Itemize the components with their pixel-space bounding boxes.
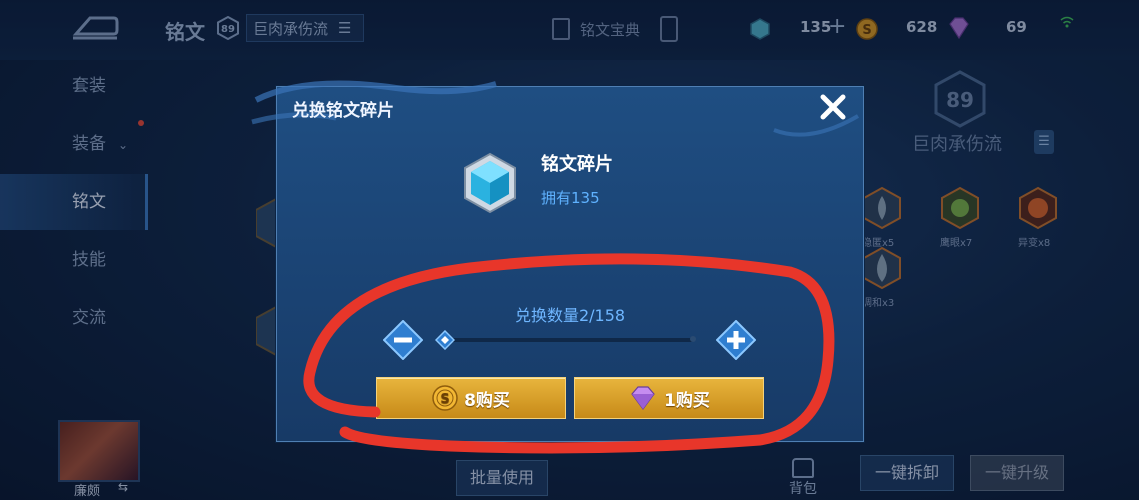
svg-text:S: S <box>440 392 449 407</box>
buy-with-gold-label: 8购买 <box>464 390 510 411</box>
buy-with-gem-label: 1购买 <box>664 390 710 411</box>
quantity-label: 兑换数量2/158 <box>514 306 626 325</box>
close-icon[interactable] <box>818 92 848 122</box>
gold-coin-icon: S <box>432 385 458 411</box>
buy-with-gem-button[interactable]: 1购买 <box>574 377 764 419</box>
buy-with-gold-button[interactable]: S 8购买 <box>376 377 566 419</box>
item-owned-count: 拥有135 <box>541 189 600 207</box>
dialog-title: 兑换铭文碎片 <box>292 101 394 121</box>
gem-icon <box>631 386 655 411</box>
quantity-slider-track[interactable] <box>446 338 694 342</box>
rune-fragment-icon <box>464 152 516 214</box>
increase-button[interactable] <box>716 320 756 360</box>
item-name: 铭文碎片 <box>541 154 613 175</box>
dialog-decoration <box>773 114 860 137</box>
slider-end-dot <box>690 336 696 342</box>
quantity-slider-handle[interactable] <box>435 330 455 350</box>
decrease-button[interactable] <box>383 320 423 360</box>
